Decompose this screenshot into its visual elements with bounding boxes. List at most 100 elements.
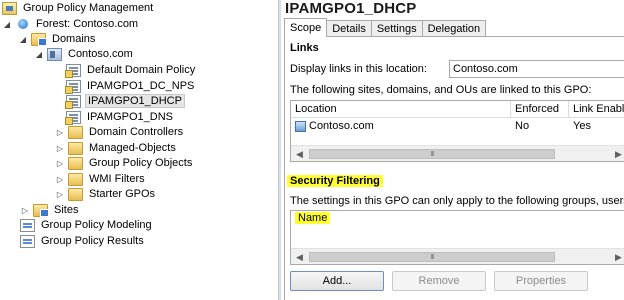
- security-filtering-list[interactable]: Name ◀ III ▶: [290, 210, 624, 265]
- domain-link-icon: [295, 120, 306, 132]
- scroll-left-icon[interactable]: ◀: [292, 250, 307, 264]
- gpo-link-icon: [65, 110, 81, 125]
- collapse-arrow-icon[interactable]: ◢: [2, 19, 12, 29]
- tree-node-domain-controllers[interactable]: ▷ Domain Controllers: [55, 124, 185, 140]
- group-policy-management-icon: [2, 1, 17, 15]
- wmi-folder-icon: [68, 172, 83, 186]
- sites-folder-icon: [33, 203, 49, 217]
- tree-label: Domains: [52, 33, 96, 45]
- tree-label: Starter GPOs: [89, 188, 156, 200]
- tree-label: Group Policy Management: [23, 2, 154, 14]
- tree-label: Managed-Objects: [89, 142, 176, 154]
- collapse-arrow-icon[interactable]: ◢: [34, 49, 44, 59]
- links-heading: Links: [290, 42, 319, 54]
- scroll-thumb[interactable]: III: [309, 149, 555, 159]
- column-link-enabled[interactable]: Link Enabled: [569, 101, 624, 118]
- domain-icon: [47, 47, 62, 61]
- security-filtering-description: The settings in this GPO can only apply …: [290, 195, 624, 207]
- display-links-label: Display links in this location:: [290, 63, 427, 75]
- tab-strip: Scope Details Settings Delegation: [284, 18, 487, 37]
- gpo-link-icon: [65, 94, 81, 109]
- tree-label: Group Policy Results: [41, 235, 144, 247]
- domains-folder-icon: [31, 32, 47, 46]
- properties-button[interactable]: Properties: [494, 271, 588, 291]
- links-horizontal-scrollbar[interactable]: ◀ III ▶: [291, 145, 624, 161]
- tree-node-group-policy-results[interactable]: Group Policy Results: [20, 233, 146, 249]
- tree-label: IPAMGPO1_DC_NPS: [87, 80, 195, 92]
- starter-folder-icon: [68, 187, 83, 201]
- scope-panel: Links Display links in this location: Co…: [284, 36, 624, 300]
- tree-node-group-policy-management[interactable]: Group Policy Management: [2, 0, 155, 16]
- links-list-header: Location Enforced Link Enabled: [291, 101, 624, 118]
- expand-arrow-icon[interactable]: ▷: [55, 158, 65, 168]
- tree-node-gpo-link-selected[interactable]: IPAMGPO1_DHCP: [65, 93, 185, 109]
- tree-node-group-policy-modeling[interactable]: Group Policy Modeling: [20, 217, 154, 233]
- security-list-header: Name: [291, 211, 343, 228]
- tree-node-gpo-link[interactable]: IPAMGPO1_DNS: [65, 109, 175, 125]
- cell-location-text: Contoso.com: [309, 120, 374, 132]
- tree-label: Sites: [54, 204, 79, 216]
- tree-node-domains[interactable]: ◢ Domains: [18, 31, 97, 47]
- modeling-icon: [20, 218, 35, 232]
- tree-node-domain[interactable]: ◢ Contoso.com: [34, 46, 135, 62]
- column-name[interactable]: Name: [291, 211, 343, 228]
- tab-scope[interactable]: Scope: [284, 18, 328, 37]
- cell-enforced: No: [515, 120, 530, 132]
- table-row[interactable]: Contoso.com No Yes: [291, 118, 624, 134]
- ou-folder-icon: [68, 125, 83, 139]
- tree-label-selected: IPAMGPO1_DHCP: [85, 94, 185, 108]
- gpo-link-icon: [65, 63, 81, 78]
- tree-label: Domain Controllers: [89, 126, 184, 138]
- scroll-thumb[interactable]: III: [309, 252, 555, 262]
- gpo-link-icon: [65, 79, 81, 94]
- tree-label: IPAMGPO1_DNS: [87, 111, 173, 123]
- links-description: The following sites, domains, and OUs ar…: [290, 84, 592, 96]
- gpo-title: IPAMGPO1_DHCP: [285, 0, 417, 17]
- expand-arrow-icon[interactable]: ▷: [55, 189, 65, 199]
- tree-label: Group Policy Objects: [89, 157, 193, 169]
- remove-button[interactable]: Remove: [392, 271, 486, 291]
- forest-icon: [15, 18, 30, 31]
- scroll-right-icon[interactable]: ▶: [611, 250, 624, 264]
- gpo-folder-icon: [68, 156, 83, 170]
- tree-label: Default Domain Policy: [87, 64, 196, 76]
- add-button[interactable]: Add...: [290, 271, 384, 291]
- ou-folder-icon: [68, 141, 83, 155]
- expand-arrow-icon[interactable]: ▷: [20, 205, 30, 215]
- security-filtering-heading: Security Filtering: [287, 175, 383, 187]
- cell-link-enabled: Yes: [573, 120, 591, 132]
- tree-node-group-policy-objects[interactable]: ▷ Group Policy Objects: [55, 155, 194, 171]
- results-icon: [20, 234, 35, 248]
- expand-arrow-icon[interactable]: ▷: [55, 174, 65, 184]
- tree-node-gpo-link[interactable]: Default Domain Policy: [65, 62, 197, 78]
- tree-node-managed-objects[interactable]: ▷ Managed-Objects: [55, 140, 178, 156]
- scroll-left-icon[interactable]: ◀: [292, 147, 307, 161]
- tree-label: Forest: Contoso.com: [36, 18, 139, 30]
- tree-node-starter-gpos[interactable]: ▷ Starter GPOs: [55, 186, 157, 202]
- collapse-arrow-icon[interactable]: ◢: [18, 34, 28, 44]
- tree-label: WMI Filters: [89, 173, 145, 185]
- column-name-text: Name: [295, 212, 331, 224]
- links-list[interactable]: Location Enforced Link Enabled Contoso.c…: [290, 100, 624, 162]
- cell-location: Contoso.com: [291, 118, 511, 134]
- display-links-value: Contoso.com: [453, 63, 518, 75]
- security-filtering-heading-text: Security Filtering: [287, 175, 383, 187]
- details-pane: IPAMGPO1_DHCP Scope Details Settings Del…: [281, 0, 624, 300]
- tree-label: Group Policy Modeling: [41, 219, 152, 231]
- console-tree: Group Policy Management ◢ Forest: Contos…: [0, 0, 278, 300]
- tree-label: Contoso.com: [68, 48, 133, 60]
- tab-details[interactable]: Details: [326, 20, 372, 37]
- column-location[interactable]: Location: [291, 101, 511, 118]
- expand-arrow-icon[interactable]: ▷: [55, 143, 65, 153]
- security-horizontal-scrollbar[interactable]: ◀ III ▶: [291, 248, 624, 264]
- column-enforced[interactable]: Enforced: [511, 101, 569, 118]
- tree-node-gpo-link[interactable]: IPAMGPO1_DC_NPS: [65, 78, 196, 94]
- expand-arrow-icon[interactable]: ▷: [55, 127, 65, 137]
- tab-delegation[interactable]: Delegation: [421, 20, 487, 37]
- tree-node-sites[interactable]: ▷ Sites: [20, 202, 80, 218]
- display-links-location-field[interactable]: Contoso.com: [449, 60, 624, 78]
- scroll-right-icon[interactable]: ▶: [611, 147, 624, 161]
- tree-node-wmi-filters[interactable]: ▷ WMI Filters: [55, 171, 147, 187]
- tree-node-forest[interactable]: ◢ Forest: Contoso.com: [2, 16, 140, 32]
- tab-settings[interactable]: Settings: [370, 20, 423, 37]
